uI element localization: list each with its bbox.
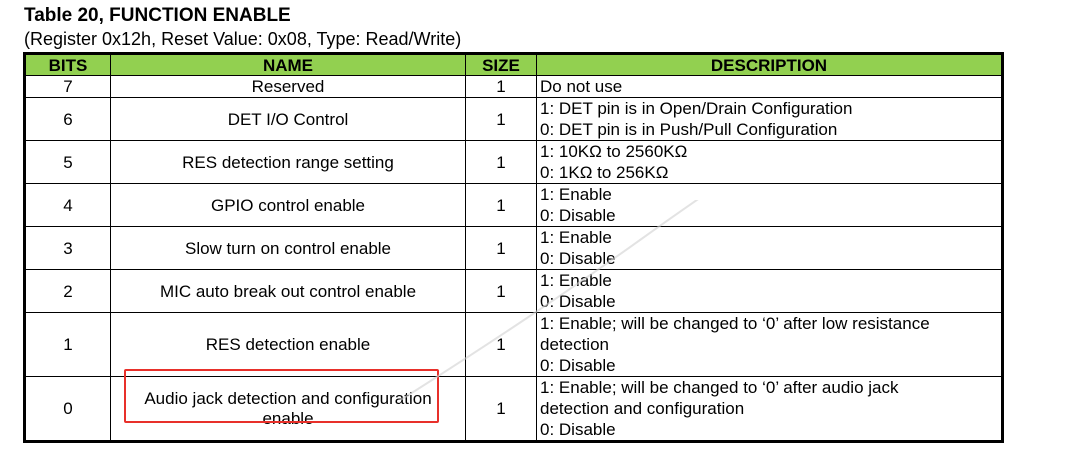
cell-size: 1	[465, 97, 537, 141]
cell-bits: 4	[24, 183, 111, 227]
table-row: 6 DET I/O Control 1 1: DET pin is in Ope…	[24, 97, 1003, 141]
header-name: NAME	[110, 53, 466, 76]
description-line: 1: Enable; will be changed to ‘0’ after …	[540, 314, 930, 333]
cell-name: Reserved	[110, 75, 466, 98]
description-line: 0: DET pin is in Push/Pull Configuration	[540, 120, 838, 139]
table-title: Table 20, FUNCTION ENABLE	[24, 5, 291, 26]
cell-name: Audio jack detection and configuration e…	[110, 376, 466, 442]
table-row: 3 Slow turn on control enable 1 1: Enabl…	[24, 226, 1003, 270]
cell-description: 1: DET pin is in Open/Drain Configuratio…	[536, 97, 1003, 141]
cell-name: RES detection enable	[110, 312, 466, 377]
table-row: 4 GPIO control enable 1 1: Enable 0: Dis…	[24, 183, 1003, 227]
description-line: Do not use	[540, 77, 623, 96]
cell-name: MIC auto break out control enable	[110, 269, 466, 313]
cell-description: 1: Enable; will be changed to ‘0’ after …	[536, 376, 1003, 442]
header-row: BITS NAME SIZE DESCRIPTION	[24, 53, 1003, 76]
description-line: 0: Disable	[540, 249, 616, 268]
description-line: 1: Enable	[540, 228, 612, 247]
cell-bits: 7	[24, 75, 111, 98]
cell-bits: 0	[24, 376, 111, 442]
cell-size: 1	[465, 140, 537, 184]
table-row: 2 MIC auto break out control enable 1 1:…	[24, 269, 1003, 313]
header-description: DESCRIPTION	[536, 53, 1003, 76]
cell-description: 1: Enable 0: Disable	[536, 226, 1003, 270]
cell-bits: 2	[24, 269, 111, 313]
cell-description: 1: 10KΩ to 2560KΩ 0: 1KΩ to 256KΩ	[536, 140, 1003, 184]
register-table: BITS NAME SIZE DESCRIPTION 7 Reserved 1 …	[23, 52, 1004, 443]
table-row: 1 RES detection enable 1 1: Enable; will…	[24, 312, 1003, 377]
header-size: SIZE	[465, 53, 537, 76]
cell-size: 1	[465, 226, 537, 270]
description-line: 0: Disable	[540, 420, 616, 439]
cell-description: 1: Enable 0: Disable	[536, 269, 1003, 313]
description-line: 1: DET pin is in Open/Drain Configuratio…	[540, 99, 853, 118]
description-line: detection	[540, 335, 609, 354]
cell-name: GPIO control enable	[110, 183, 466, 227]
cell-bits: 6	[24, 97, 111, 141]
description-line: 1: Enable	[540, 185, 612, 204]
description-line: 1: Enable; will be changed to ‘0’ after …	[540, 378, 899, 397]
cell-size: 1	[465, 183, 537, 227]
header-bits: BITS	[24, 53, 111, 76]
cell-description: 1: Enable 0: Disable	[536, 183, 1003, 227]
description-line: 1: Enable	[540, 271, 612, 290]
cell-size: 1	[465, 269, 537, 313]
description-line: 0: Disable	[540, 356, 616, 375]
cell-name: RES detection range setting	[110, 140, 466, 184]
cell-description: 1: Enable; will be changed to ‘0’ after …	[536, 312, 1003, 377]
description-line: 0: Disable	[540, 206, 616, 225]
cell-size: 1	[465, 376, 537, 442]
cell-name: DET I/O Control	[110, 97, 466, 141]
cell-description: Do not use	[536, 75, 1003, 98]
cell-bits: 5	[24, 140, 111, 184]
table-row: 7 Reserved 1 Do not use	[24, 75, 1003, 98]
description-line: 0: Disable	[540, 292, 616, 311]
highlighted-name: Audio jack detection and configuration e…	[144, 388, 432, 428]
cell-size: 1	[465, 75, 537, 98]
description-line: detection and configuration	[540, 399, 745, 418]
cell-bits: 1	[24, 312, 111, 377]
description-line: 1: 10KΩ to 2560KΩ	[540, 142, 688, 161]
table-subtitle: (Register 0x12h, Reset Value: 0x08, Type…	[24, 29, 462, 49]
table-row: 5 RES detection range setting 1 1: 10KΩ …	[24, 140, 1003, 184]
description-line: 0: 1KΩ to 256KΩ	[540, 163, 669, 182]
table-row: 0 Audio jack detection and configuration…	[24, 376, 1003, 442]
cell-bits: 3	[24, 226, 111, 270]
cell-size: 1	[465, 312, 537, 377]
cell-name: Slow turn on control enable	[110, 226, 466, 270]
